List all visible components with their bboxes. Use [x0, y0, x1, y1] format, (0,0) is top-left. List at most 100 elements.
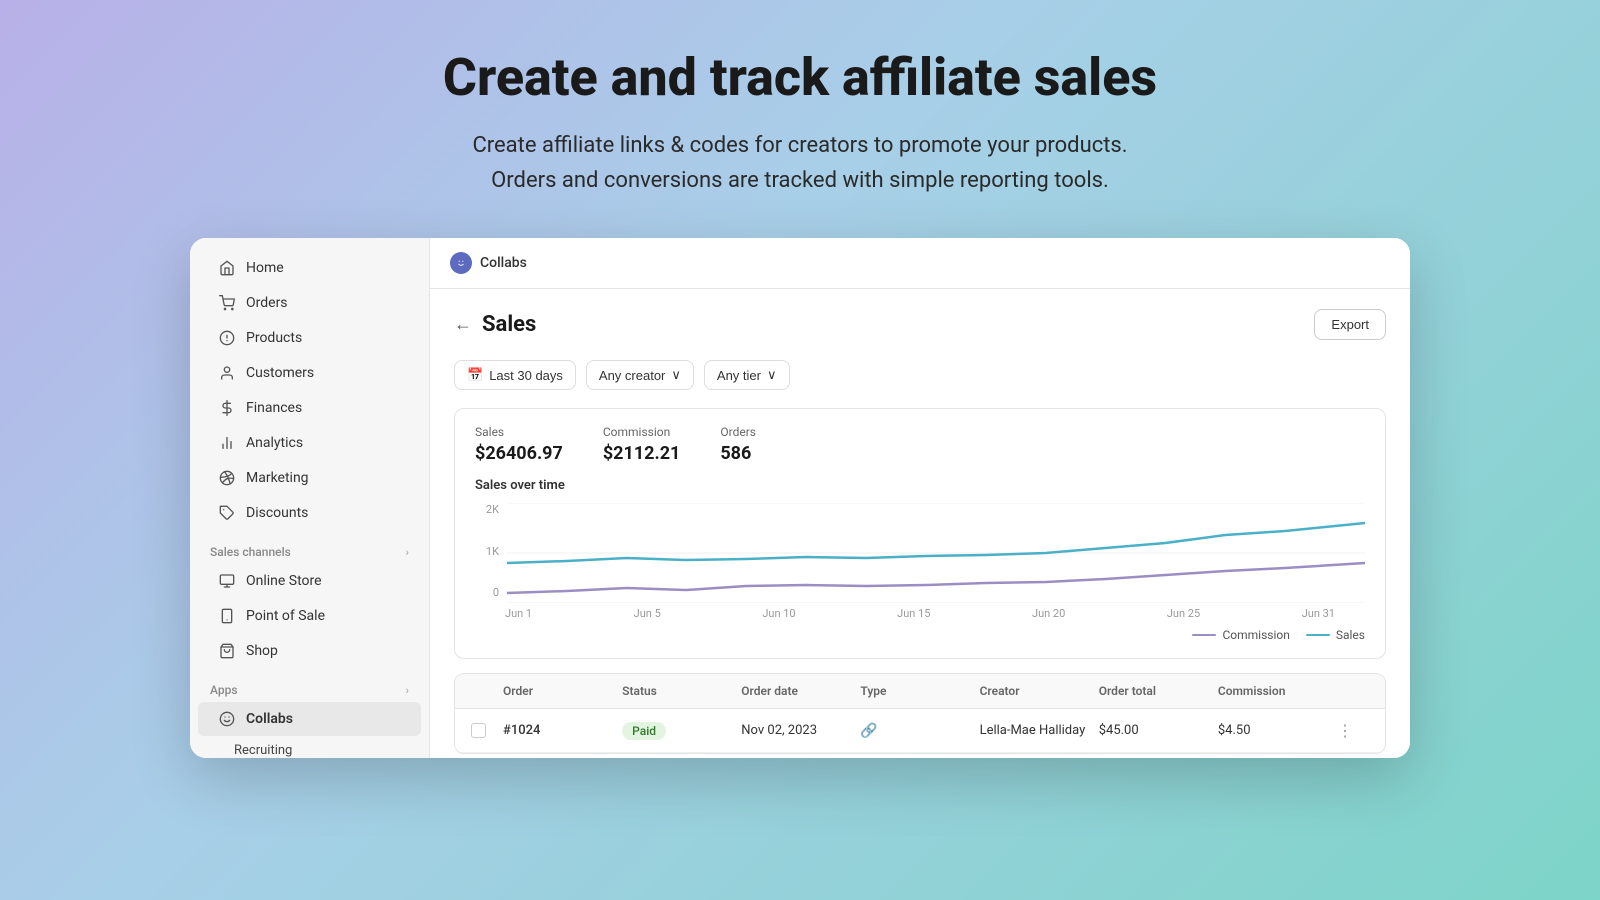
row-more-actions[interactable]: ⋮: [1337, 721, 1369, 740]
chart-x-labels: Jun 1 Jun 5 Jun 10 Jun 15 Jun 20 Jun 25 …: [475, 607, 1365, 620]
top-bar: Collabs: [430, 238, 1410, 289]
sidebar-item-online-store[interactable]: Online Store: [198, 564, 421, 598]
collabs-icon: [218, 710, 236, 728]
finances-icon: [218, 399, 236, 417]
y-label-0: 0: [475, 586, 499, 599]
row-status: Paid: [622, 722, 741, 740]
col-order-total: Order total: [1099, 684, 1218, 698]
sidebar-item-pos-label: Point of Sale: [246, 608, 325, 624]
y-label-1k: 1K: [475, 545, 499, 558]
collabs-app-logo: [450, 252, 472, 274]
commission-line-sample: [1192, 634, 1216, 636]
pos-icon: [218, 607, 236, 625]
date-range-filter[interactable]: 📅 Last 30 days: [454, 360, 576, 390]
table-row: #1024 Paid Nov 02, 2023 🔗 Lella-Mae Hall…: [455, 709, 1385, 753]
creator-chevron-icon: ∨: [671, 367, 681, 383]
chart-title: Sales over time: [475, 478, 1365, 493]
shop-icon: [218, 642, 236, 660]
sidebar: Home Orders Products Customers Finances: [190, 238, 430, 758]
sidebar-item-orders-label: Orders: [246, 295, 288, 311]
app-window: Home Orders Products Customers Finances: [190, 238, 1410, 758]
col-order-date: Order date: [741, 684, 860, 698]
sidebar-item-analytics-label: Analytics: [246, 435, 303, 451]
sidebar-item-collabs[interactable]: Collabs: [198, 702, 421, 736]
apps-section: Apps ›: [190, 669, 429, 701]
row-order-date: Nov 02, 2023: [741, 723, 860, 738]
col-creator: Creator: [980, 684, 1099, 698]
topbar-app-name: Collabs: [480, 255, 527, 271]
stats-row: Sales $26406.97 Commission $2112.21 Orde…: [475, 425, 1365, 464]
export-button[interactable]: Export: [1314, 309, 1386, 340]
sidebar-item-pos[interactable]: Point of Sale: [198, 599, 421, 633]
tier-chevron-icon: ∨: [767, 367, 777, 383]
home-icon: [218, 259, 236, 277]
col-actions: [1337, 684, 1369, 698]
sidebar-item-finances[interactable]: Finances: [198, 391, 421, 425]
hero-section: Create and track affiliate sales Create …: [0, 0, 1600, 238]
sidebar-item-home-label: Home: [246, 260, 284, 276]
y-label-2k: 2K: [475, 503, 499, 516]
sidebar-item-customers[interactable]: Customers: [198, 356, 421, 390]
row-order-total: $45.00: [1099, 723, 1218, 738]
tier-filter[interactable]: Any tier ∨: [704, 360, 790, 390]
row-commission: $4.50: [1218, 723, 1337, 738]
apps-chevron[interactable]: ›: [406, 684, 409, 697]
sidebar-item-analytics[interactable]: Analytics: [198, 426, 421, 460]
row-type: 🔗: [860, 723, 979, 739]
stats-card: Sales $26406.97 Commission $2112.21 Orde…: [454, 408, 1386, 659]
sidebar-item-home[interactable]: Home: [198, 251, 421, 285]
filters-row: 📅 Last 30 days Any creator ∨ Any tier ∨: [454, 360, 1386, 390]
sidebar-item-collabs-label: Collabs: [246, 711, 293, 727]
row-1-checkbox[interactable]: [471, 723, 486, 738]
back-arrow-icon[interactable]: ←: [454, 314, 472, 335]
col-checkbox: [471, 684, 503, 698]
sales-channels-chevron[interactable]: ›: [406, 546, 409, 559]
hero-title: Create and track affiliate sales: [20, 48, 1580, 108]
table-header: Order Status Order date Type Creator Ord…: [455, 674, 1385, 709]
page-content: ← Sales Export 📅 Last 30 days Any creato…: [430, 289, 1410, 758]
sidebar-item-shop-label: Shop: [246, 643, 278, 659]
page-header: ← Sales Export: [454, 309, 1386, 340]
chart-svg: [507, 503, 1365, 603]
analytics-icon: [218, 434, 236, 452]
legend-sales: Sales: [1306, 628, 1365, 642]
row-checkbox[interactable]: [471, 723, 503, 738]
sidebar-item-discounts[interactable]: Discounts: [198, 496, 421, 530]
stat-orders: Orders 586: [720, 425, 756, 464]
row-order-num[interactable]: #1024: [503, 723, 622, 738]
sidebar-item-online-store-label: Online Store: [246, 573, 322, 589]
orders-table: Order Status Order date Type Creator Ord…: [454, 673, 1386, 754]
col-commission: Commission: [1218, 684, 1337, 698]
page-header-left: ← Sales: [454, 312, 536, 337]
sidebar-item-shop[interactable]: Shop: [198, 634, 421, 668]
stat-commission: Commission $2112.21: [603, 425, 681, 464]
row-creator: Lella-Mae Halliday: [980, 723, 1099, 738]
calendar-icon: 📅: [467, 367, 483, 383]
marketing-icon: [218, 469, 236, 487]
chart-legend: Commission Sales: [475, 628, 1365, 642]
sidebar-item-marketing-label: Marketing: [246, 470, 309, 486]
sidebar-item-customers-label: Customers: [246, 365, 314, 381]
sidebar-sub-item-recruiting[interactable]: Recruiting: [198, 737, 421, 758]
online-store-icon: [218, 572, 236, 590]
creator-filter[interactable]: Any creator ∨: [586, 360, 694, 390]
sidebar-item-orders[interactable]: Orders: [198, 286, 421, 320]
sidebar-item-products[interactable]: Products: [198, 321, 421, 355]
three-dots-icon[interactable]: ⋮: [1337, 721, 1353, 740]
hero-subtitle: Create affiliate links & codes for creat…: [20, 128, 1580, 198]
sales-line-sample: [1306, 634, 1330, 636]
sidebar-item-marketing[interactable]: Marketing: [198, 461, 421, 495]
col-type: Type: [860, 684, 979, 698]
customers-icon: [218, 364, 236, 382]
main-content: Collabs ← Sales Export 📅 Last 30 days An…: [430, 238, 1410, 758]
discounts-icon: [218, 504, 236, 522]
products-icon: [218, 329, 236, 347]
page-title: Sales: [482, 312, 536, 337]
orders-icon: [218, 294, 236, 312]
link-icon: 🔗: [860, 723, 877, 739]
sidebar-item-finances-label: Finances: [246, 400, 302, 416]
status-badge-paid: Paid: [622, 722, 666, 740]
sidebar-item-discounts-label: Discounts: [246, 505, 308, 521]
col-status: Status: [622, 684, 741, 698]
stat-sales: Sales $26406.97: [475, 425, 563, 464]
